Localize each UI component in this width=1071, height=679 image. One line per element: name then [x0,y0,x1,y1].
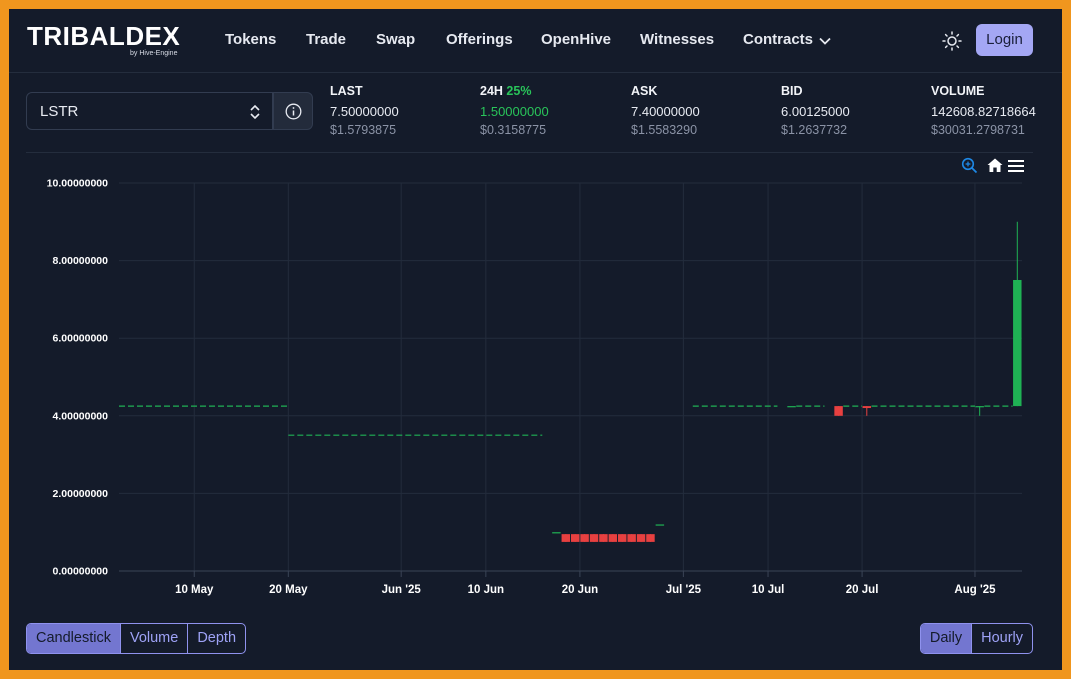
stat-volume-value: 142608.82718664 [931,104,1036,119]
token-info-button[interactable] [273,92,313,130]
stat-24h-usd: $0.3158775 [480,123,547,137]
candle-body [561,534,571,542]
stat-volume: VOLUME 142608.82718664 $30031.2798731 [931,84,1036,137]
stat-ask-value: 7.40000000 [631,104,700,119]
chart-type-toggle: Candlestick Volume Depth [26,623,247,654]
chart-gridlines [119,182,1022,572]
zoom-in-icon[interactable] [961,157,979,175]
interval-toggle: Daily Hourly [919,623,1033,654]
candle-body [646,534,655,542]
stat-24h-value: 1.50000000 [480,104,549,119]
stat-volume-usd: $30031.2798731 [931,123,1025,137]
nav-offerings[interactable]: Offerings [446,31,513,48]
candle-body [1013,280,1022,407]
stat-24h-percent: 25% [506,84,532,98]
x-tick-label: Aug '25 [954,584,996,596]
candlestick-button[interactable]: Candlestick [27,624,121,653]
stat-last-value: 7.50000000 [330,104,399,119]
stat-24h: 24H 25% 1.50000000 $0.3158775 [480,84,549,137]
stat-last-usd: $1.5793875 [330,123,397,137]
x-tick-label: Jul '25 [666,584,702,596]
x-tick-label: 20 Jul [846,584,879,596]
stat-volume-label: VOLUME [931,84,985,98]
token-select-value: LSTR [40,103,79,120]
stat-last: LAST 7.50000000 $1.5793875 [330,84,399,137]
chevron-updown-icon [249,104,261,125]
stat-24h-label: 24H 25% [480,84,549,100]
stat-24h-title: 24H [480,84,503,98]
logo-text: TRIBALDEX [27,21,181,51]
y-axis: 0.00000000 2.00000000 4.00000000 6.00000000… [47,178,108,578]
x-tick-label: Jun '25 [382,584,422,596]
logo-subtext: by Hive-Engine [130,50,178,57]
chart-toolbar [961,157,1025,175]
nav-tokens[interactable]: Tokens [225,31,276,48]
price-chart[interactable]: 0.00000000 2.00000000 4.00000000 6.00000000… [9,153,1062,603]
nav-contracts-label: Contracts [743,31,814,48]
candle-body [618,534,627,542]
stat-bid-usd: $1.2637732 [781,123,848,137]
nav-openhive[interactable]: OpenHive [541,31,611,48]
info-icon [285,103,302,120]
app-frame: TRIBALDEX by Hive-Engine Tokens Trade Sw… [9,9,1062,670]
nav-swap[interactable]: Swap [376,31,415,48]
stat-ask-label: ASK [631,84,658,98]
stat-bid: BID 6.00125000 $1.2637732 [781,84,850,137]
candle-body [580,534,589,542]
x-tick-label: 10 May [175,584,214,596]
sun-icon[interactable] [941,30,963,52]
menu-icon[interactable] [1007,159,1025,173]
y-tick-label: 10.00000000 [47,178,108,190]
candle-body [655,524,665,526]
tribaldex-logo[interactable]: TRIBALDEX by Hive-Engine [27,21,181,57]
candle-body [787,406,796,408]
y-tick-label: 2.00000000 [53,488,109,500]
x-tick-label: 20 Jun [562,584,598,596]
stat-bid-value: 6.00125000 [781,104,850,119]
candle-body [636,534,646,542]
home-icon[interactable] [986,157,1004,175]
chevron-down-icon [819,32,831,49]
volume-button[interactable]: Volume [121,624,189,653]
y-tick-label: 8.00000000 [53,255,109,267]
candle-body [552,532,561,534]
x-axis: 10 May 20 May Jun '25 10 Jun 20 Jun Jul '25 10… [119,570,1022,596]
stat-last-label: LAST [330,84,363,98]
candle-body [627,534,636,542]
depth-button[interactable]: Depth [188,624,245,653]
stat-bid-label: BID [781,84,803,98]
daily-button[interactable]: Daily [920,624,973,653]
login-button[interactable]: Login [976,24,1033,56]
x-tick-label: 10 Jul [752,584,785,596]
candle-body [975,406,984,408]
candle-body [599,534,608,542]
candle-body [834,406,843,416]
x-tick-label: 10 Jun [468,584,504,596]
y-tick-label: 4.00000000 [53,410,109,422]
x-tick-label: 20 May [269,584,308,596]
token-select[interactable]: LSTR [26,92,273,130]
nav-trade[interactable]: Trade [306,31,346,48]
candle-body [570,534,580,542]
nav-contracts[interactable]: Contracts [743,31,831,49]
stat-ask: ASK 7.40000000 $1.5583290 [631,84,700,137]
y-tick-label: 0.00000000 [53,566,109,578]
candle-body [862,406,872,409]
y-tick-label: 6.00000000 [53,333,109,345]
candle-body [589,534,599,542]
nav-witnesses[interactable]: Witnesses [640,31,714,48]
hourly-button[interactable]: Hourly [972,624,1032,653]
candle-body [608,534,618,542]
top-navigation: TRIBALDEX by Hive-Engine Tokens Trade Sw… [9,9,1062,73]
stat-ask-usd: $1.5583290 [631,123,698,137]
